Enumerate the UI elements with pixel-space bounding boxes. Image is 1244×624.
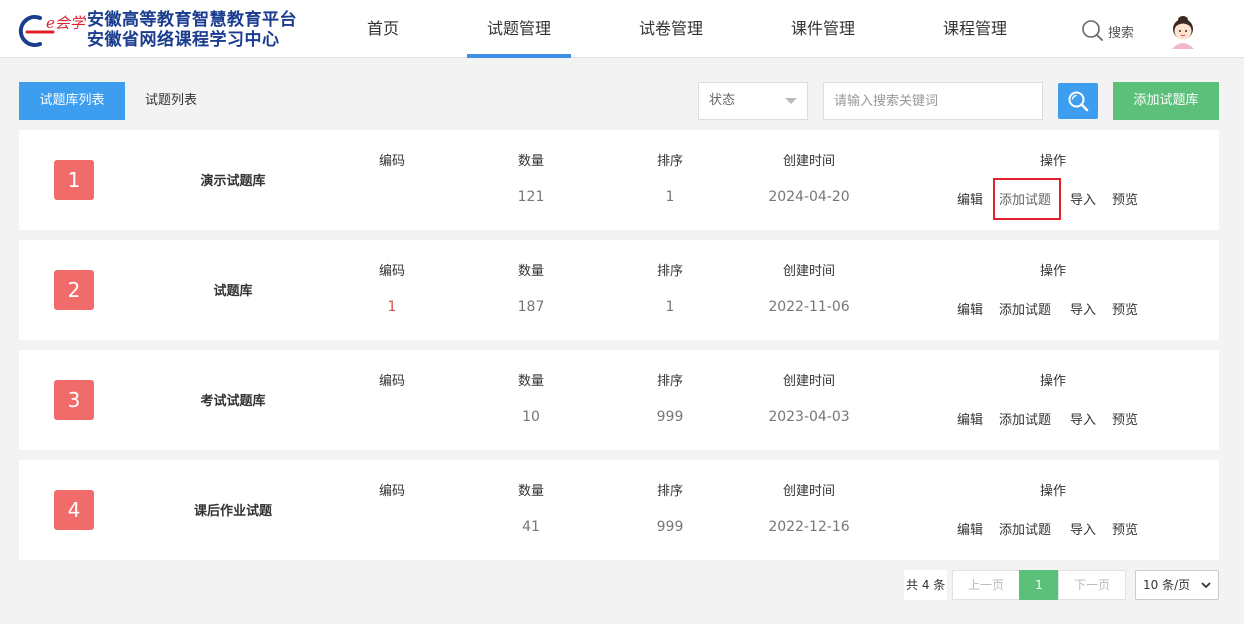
logo-icon: e会学	[18, 14, 86, 47]
logo[interactable]: e会学 安徽高等教育智慧教育平台 安徽省网络课程学习中心	[18, 9, 308, 51]
logo-line2: 安徽省网络课程学习中心	[87, 30, 280, 50]
count-value: 187	[517, 299, 545, 315]
row-index-badge: 1	[54, 160, 94, 200]
tab-question-list[interactable]: 试题列表	[131, 82, 211, 120]
count-value: 121	[517, 189, 545, 205]
count-header: 数量	[517, 264, 544, 279]
preview-link[interactable]: 预览	[1112, 189, 1138, 208]
code-header: 编码	[378, 154, 405, 169]
import-link[interactable]: 导入	[1070, 299, 1096, 318]
question-bank-card: 2 试题库 编码 1 数量 187 排序 1 创建时间 2022-11-06 操…	[19, 240, 1219, 340]
edit-link[interactable]: 编辑	[957, 299, 983, 318]
code-header: 编码	[378, 484, 405, 499]
code-header: 编码	[378, 374, 405, 389]
ops-header: 操作	[1039, 264, 1066, 279]
count-header: 数量	[517, 154, 544, 169]
nav-question-management[interactable]: 试题管理	[467, 0, 571, 58]
search-icon	[1068, 91, 1089, 112]
row-index-badge: 3	[54, 380, 94, 420]
top-header: e会学 安徽高等教育智慧教育平台 安徽省网络课程学习中心 首页 试题管理 试卷管…	[0, 0, 1244, 58]
add-question-link[interactable]: 添加试题	[999, 519, 1051, 538]
add-question-link[interactable]: 添加试题	[999, 409, 1051, 428]
sort-value: 999	[656, 519, 684, 535]
logo-mark-text: e会学	[46, 14, 86, 32]
edit-link[interactable]: 编辑	[957, 409, 983, 428]
ops-header: 操作	[1039, 154, 1066, 169]
sort-value: 1	[665, 299, 675, 315]
nav-courseware-management[interactable]: 课件管理	[771, 0, 875, 58]
preview-link[interactable]: 预览	[1112, 519, 1138, 538]
edit-link[interactable]: 编辑	[957, 189, 983, 208]
created-header: 创建时间	[782, 154, 835, 169]
created-value: 2024-04-20	[768, 189, 850, 205]
bank-name: 试题库	[213, 284, 253, 299]
count-header: 数量	[517, 374, 544, 389]
avatar[interactable]	[1166, 11, 1200, 49]
created-header: 创建时间	[782, 484, 835, 499]
ops-header: 操作	[1039, 484, 1066, 499]
status-select[interactable]: 状态	[698, 82, 808, 120]
count-value: 10	[522, 409, 540, 425]
logo-line1: 安徽高等教育智慧教育平台	[87, 10, 297, 30]
import-link[interactable]: 导入	[1070, 409, 1096, 428]
sort-header: 排序	[656, 154, 683, 169]
question-bank-card: 1 演示试题库 编码 数量 121 排序 1 创建时间 2024-04-20 操…	[19, 130, 1219, 230]
keyword-search-input[interactable]	[823, 82, 1043, 120]
code-value: 1	[387, 299, 397, 315]
chevron-down-icon	[1201, 582, 1211, 589]
search-label: 搜索	[1108, 26, 1135, 41]
tab-question-bank-list[interactable]: 试题库列表	[19, 82, 125, 120]
count-value: 41	[522, 519, 540, 535]
status-select-label: 状态	[709, 93, 736, 108]
page-button-current[interactable]: 1	[1019, 570, 1059, 600]
prev-page-button[interactable]: 上一页	[952, 570, 1020, 600]
created-value: 2022-12-16	[768, 519, 850, 535]
next-page-button[interactable]: 下一页	[1058, 570, 1126, 600]
sort-header: 排序	[656, 374, 683, 389]
add-question-bank-button[interactable]: 添加试题库	[1113, 82, 1219, 120]
row-index-badge: 2	[54, 270, 94, 310]
created-header: 创建时间	[782, 264, 835, 279]
nav-paper-management[interactable]: 试卷管理	[619, 0, 723, 58]
logo-text: 安徽高等教育智慧教育平台 安徽省网络课程学习中心	[87, 10, 297, 50]
row-index-badge: 4	[54, 490, 94, 530]
created-value: 2023-04-03	[768, 409, 850, 425]
page-size-select[interactable]: 10 条/页	[1135, 570, 1219, 600]
import-link[interactable]: 导入	[1070, 519, 1096, 538]
preview-link[interactable]: 预览	[1112, 409, 1138, 428]
sort-header: 排序	[656, 264, 683, 279]
bank-name: 考试试题库	[200, 394, 266, 409]
sort-value: 999	[656, 409, 684, 425]
caret-down-icon	[785, 98, 797, 104]
count-header: 数量	[517, 484, 544, 499]
search-icon	[1082, 20, 1103, 41]
question-bank-card: 3 考试试题库 编码 数量 10 排序 999 创建时间 2023-04-03 …	[19, 350, 1219, 450]
nav-home[interactable]: 首页	[353, 0, 413, 58]
sort-header: 排序	[656, 484, 683, 499]
search-button[interactable]	[1058, 83, 1098, 119]
code-header: 编码	[378, 264, 405, 279]
sort-value: 1	[665, 189, 675, 205]
bank-name: 课后作业试题	[193, 504, 272, 519]
ops-header: 操作	[1039, 374, 1066, 389]
nav-course-management[interactable]: 课程管理	[923, 0, 1027, 58]
add-question-link[interactable]: 添加试题	[999, 299, 1051, 318]
bank-name: 演示试题库	[200, 174, 266, 189]
edit-link[interactable]: 编辑	[957, 519, 983, 538]
page-size-label: 10 条/页	[1143, 578, 1191, 592]
pagination-total: 共 4 条	[904, 570, 948, 600]
created-value: 2022-11-06	[768, 299, 850, 315]
created-header: 创建时间	[782, 374, 835, 389]
import-link[interactable]: 导入	[1070, 189, 1096, 208]
preview-link[interactable]: 预览	[1112, 299, 1138, 318]
question-bank-card: 4 课后作业试题 编码 数量 41 排序 999 创建时间 2022-12-16…	[19, 460, 1219, 560]
highlight-box	[993, 178, 1061, 220]
